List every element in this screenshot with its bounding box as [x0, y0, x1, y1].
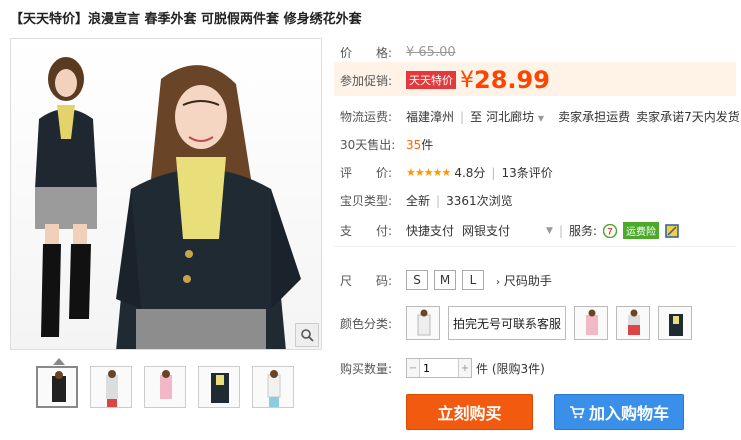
chevron-right-icon: ›	[496, 276, 500, 288]
sales-label: 30天售出:	[340, 138, 396, 152]
svg-text:7: 7	[608, 226, 613, 236]
buy-now-button[interactable]: 立刻购买	[406, 394, 533, 430]
payment-row: 支 付: 快捷支付 网银支付 ▼ | 服务: 7 运费险	[340, 222, 679, 239]
color-option-contact-service[interactable]: 拍完无号可联系客服	[448, 306, 567, 340]
rating-stars: ★★★★★	[406, 166, 451, 179]
thumbnail-4[interactable]	[198, 366, 240, 408]
magnifier-icon	[301, 329, 314, 342]
service-label: 服务:	[569, 224, 598, 238]
color-row: 颜色分类: 拍完无号可联系客服	[340, 306, 700, 340]
ship-to-select[interactable]: 河北廊坊 ▼	[486, 108, 544, 125]
shipping-row: 物流运费: 福建漳州 | 至 河北廊坊 ▼ 卖家承担运费 卖家承诺7天内发货	[340, 108, 740, 125]
payment-dropdown-chevron-icon[interactable]: ▼	[546, 226, 553, 236]
decrement-button[interactable]: −	[407, 359, 419, 377]
payment-method-1: 快捷支付	[406, 224, 455, 238]
ship-to-prefix: 至	[470, 110, 483, 124]
quantity-stepper: − +	[406, 358, 472, 378]
rating-score: 4.8分	[454, 166, 486, 180]
thumbnail-3[interactable]	[144, 366, 186, 408]
shipping-insurance-badge[interactable]: 运费险	[623, 222, 660, 239]
condition-label: 宝贝类型:	[340, 194, 393, 208]
price-label: 价 格:	[340, 46, 393, 60]
model-main	[116, 65, 301, 349]
thumbnail-image	[52, 371, 66, 402]
quantity-input[interactable]	[419, 359, 459, 377]
divider	[334, 246, 736, 247]
size-row: 尺 码: S M L › 尺码助手	[340, 270, 552, 290]
color-thumb	[628, 309, 641, 335]
size-option-m[interactable]: M	[434, 270, 456, 290]
rating-label: 评 价:	[340, 166, 393, 180]
model-left	[35, 57, 97, 337]
thumbnail-image	[106, 370, 118, 407]
quantity-label: 购买数量:	[340, 361, 393, 376]
condition-row: 宝贝类型: 全新 | 3361次浏览	[340, 192, 513, 209]
separator: |	[460, 109, 465, 124]
color-thumb	[669, 314, 684, 336]
payment-label: 支 付:	[340, 224, 393, 238]
color-option-white[interactable]	[406, 306, 440, 340]
thumbnail-image	[211, 373, 229, 403]
thumbnail-1[interactable]	[36, 366, 78, 408]
promo-label: 参加促销:	[340, 73, 393, 88]
delivery-note: 卖家承诺7天内发货	[636, 110, 740, 124]
original-price-row: 价 格: ¥ 65.00	[340, 44, 456, 61]
original-price: ¥ 65.00	[406, 45, 456, 60]
size-helper-link[interactable]: › 尺码助手	[496, 272, 552, 289]
thumbnail-image	[160, 370, 172, 399]
guarantee-icon[interactable]	[665, 223, 679, 238]
color-label: 颜色分类:	[340, 316, 393, 331]
color-thumb	[417, 309, 431, 336]
thumbnail-indicator	[53, 358, 65, 365]
separator: |	[558, 223, 563, 238]
quantity-limit-note: 件 (限购3件)	[476, 361, 545, 376]
view-count: 3361次浏览	[446, 194, 513, 208]
size-label: 尺 码:	[340, 273, 393, 288]
thumbnail-5[interactable]	[252, 366, 294, 408]
currency-symbol: ¥	[460, 67, 474, 93]
size-option-s[interactable]: S	[406, 270, 428, 290]
sales-count: 35	[406, 137, 422, 152]
add-to-cart-label: 加入购物车	[588, 404, 669, 423]
add-to-cart-button[interactable]: 加入购物车	[554, 394, 684, 430]
increment-button[interactable]: +	[459, 359, 471, 377]
rating-row: 评 价: ★★★★★ 4.8分 | 13条评价	[340, 164, 553, 181]
condition-value: 全新	[406, 194, 431, 208]
color-option-black[interactable]	[658, 306, 693, 340]
current-price: 28.99	[474, 66, 550, 94]
ship-from: 福建漳州	[406, 110, 455, 124]
reviews-link[interactable]: 13条评价	[501, 164, 552, 181]
sales-row: 30天售出: 35 件	[340, 136, 433, 153]
promo-tag[interactable]: 天天特价	[406, 71, 456, 89]
size-helper-label: 尺码助手	[503, 273, 552, 288]
cart-icon	[569, 406, 585, 419]
color-thumb	[586, 309, 599, 335]
separator: |	[491, 165, 496, 180]
size-option-l[interactable]: L	[462, 270, 484, 290]
promo-price-row: 参加促销: 天天特价 ¥ 28.99	[340, 66, 550, 94]
color-option-pink[interactable]	[574, 306, 609, 340]
quantity-row: 购买数量: − + 件 (限购3件)	[340, 358, 545, 378]
main-product-image[interactable]	[10, 38, 322, 350]
chevron-down-icon: ▼	[537, 114, 545, 123]
sales-unit: 件	[421, 138, 434, 152]
shipping-label: 物流运费:	[340, 110, 393, 124]
ship-to: 河北廊坊	[486, 110, 535, 124]
thumbnail-image	[267, 370, 281, 407]
payment-method-2: 网银支付	[462, 224, 511, 238]
thumbnail-2[interactable]	[90, 366, 132, 408]
thumbnail-strip	[36, 366, 294, 408]
separator: |	[436, 193, 441, 208]
color-option-black-white[interactable]	[616, 306, 651, 340]
model-photo	[35, 57, 301, 349]
seven-day-return-icon[interactable]: 7	[603, 223, 618, 238]
shipping-fee-note: 卖家承担运费	[558, 110, 631, 124]
zoom-button[interactable]	[295, 323, 319, 347]
product-title: 【天天特价】浪漫宣言 春季外套 可脱假两件套 修身绣花外套	[10, 12, 362, 27]
